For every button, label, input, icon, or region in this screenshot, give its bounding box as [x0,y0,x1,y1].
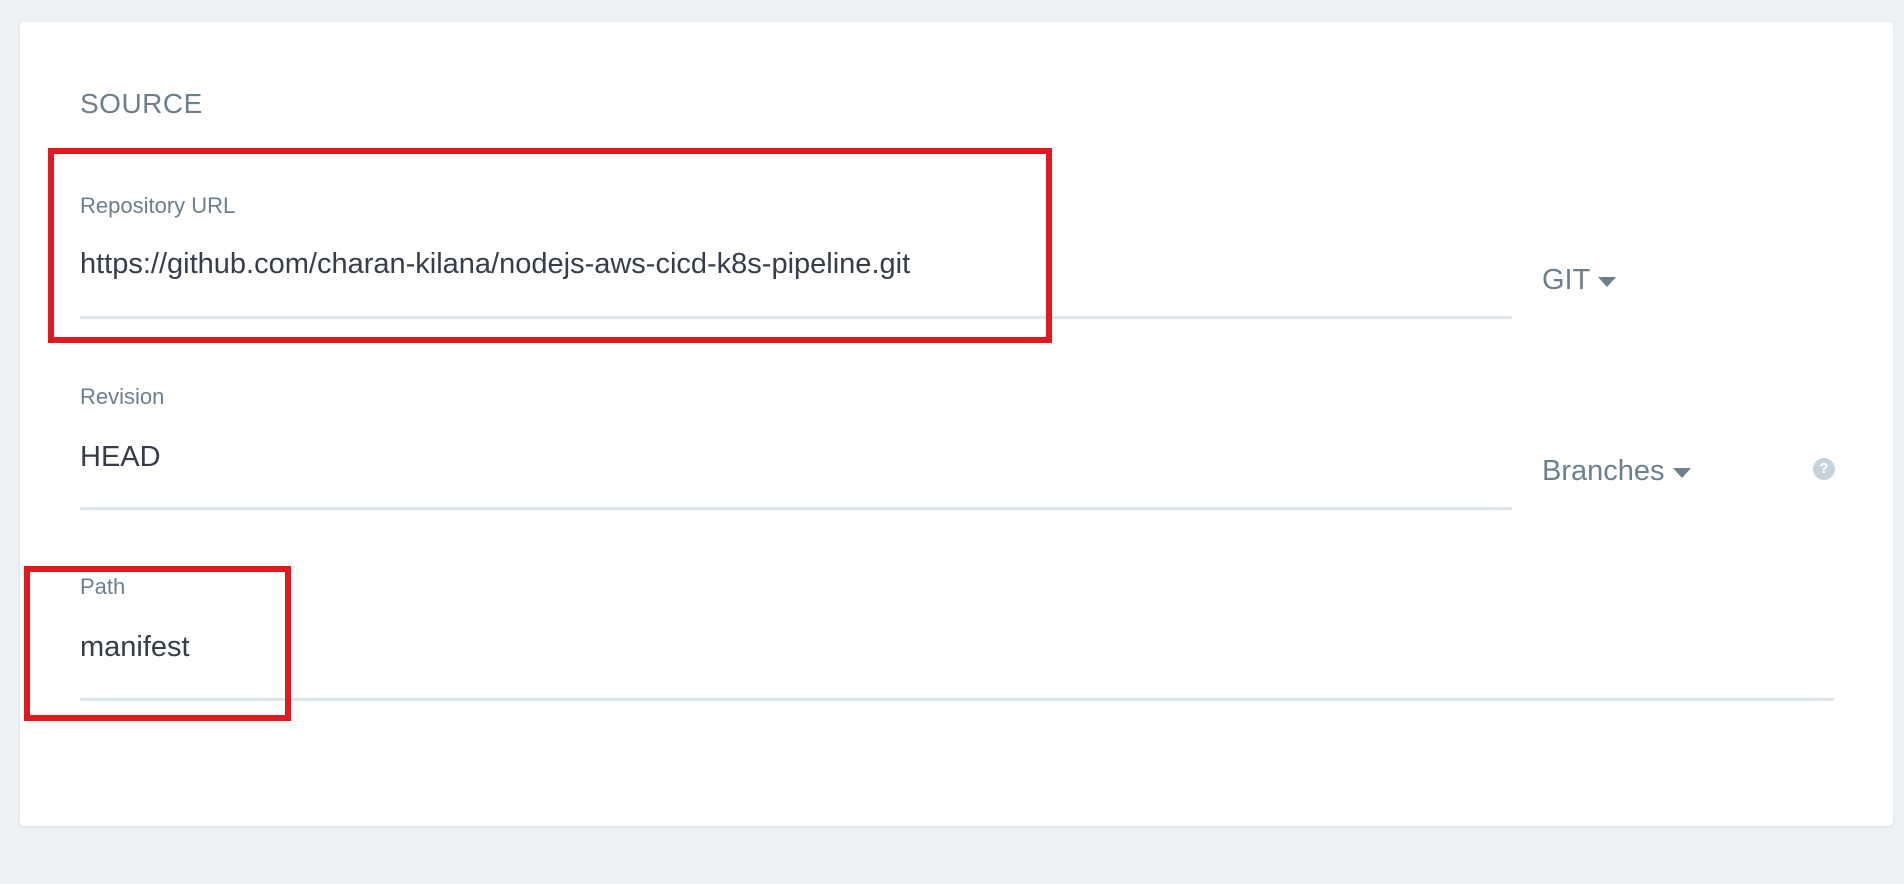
source-card [20,22,1893,826]
repository-url-label: Repository URL [80,193,236,218]
revision-input[interactable]: HEAD [80,441,161,474]
help-circle-icon[interactable]: ? [1813,458,1835,480]
revision-underline [80,507,1512,510]
revision-ref-label: Branches [1542,455,1665,487]
section-title: SOURCE [80,88,203,119]
path-input[interactable]: manifest [80,631,190,664]
path-underline [80,698,1834,701]
repo-type-label: GIT [1542,264,1591,296]
repository-url-underline [80,316,1512,319]
caret-down-icon [1672,467,1691,478]
caret-down-icon [1598,276,1617,287]
repository-url-input[interactable]: https://github.com/charan-kilana/nodejs-… [80,248,910,281]
revision-label: Revision [80,384,165,409]
path-label: Path [80,574,126,599]
repo-type-dropdown[interactable]: GIT [1542,264,1617,297]
revision-ref-dropdown[interactable]: Branches [1542,455,1691,488]
